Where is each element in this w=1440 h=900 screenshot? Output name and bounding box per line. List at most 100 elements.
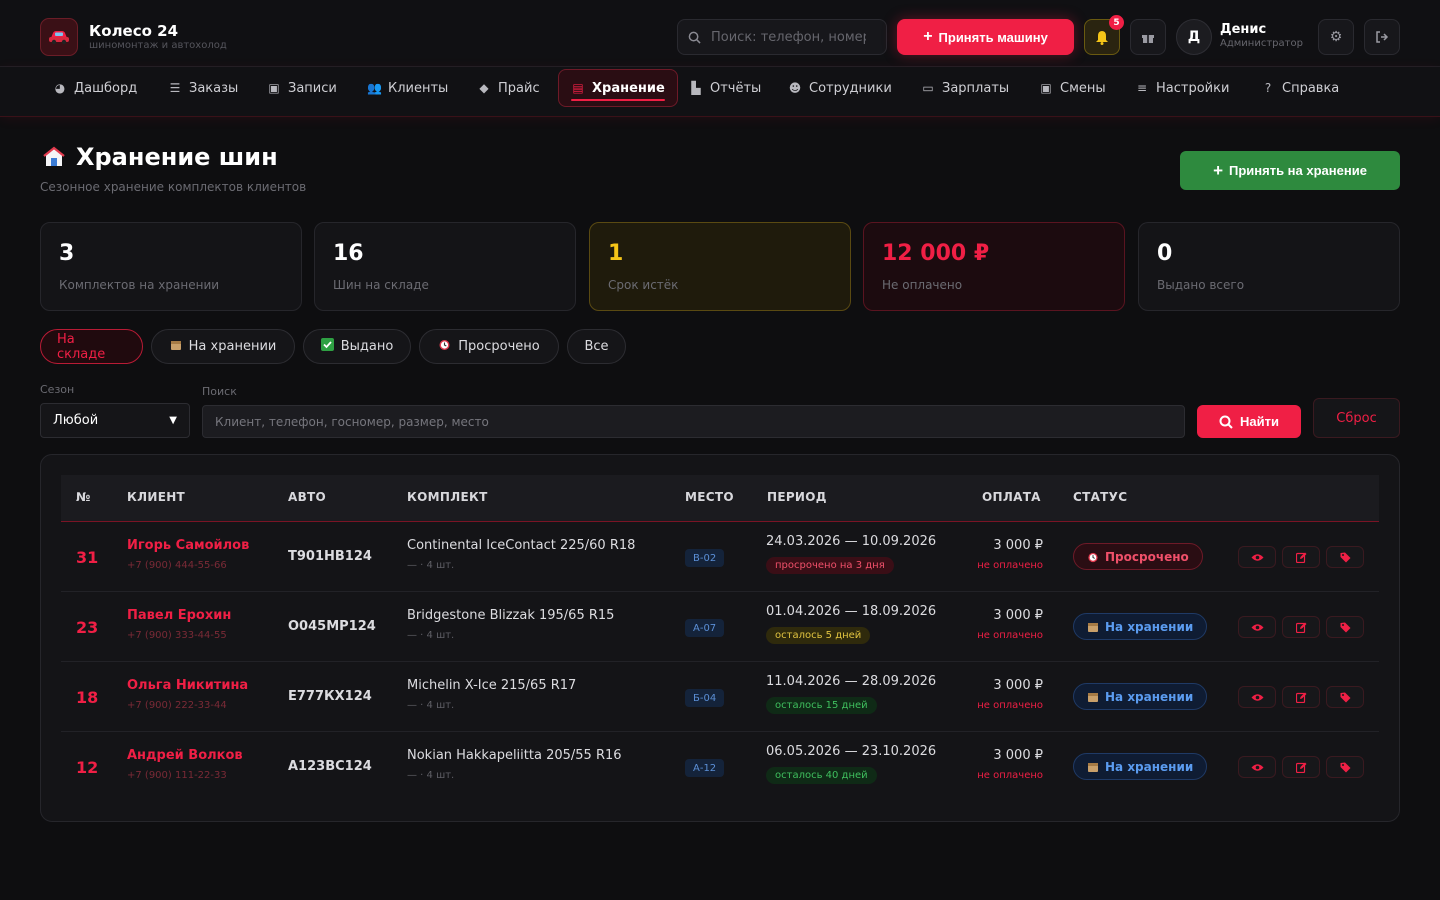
chip-label: На хранении — [188, 339, 277, 354]
nav-item-help[interactable]: ? Справка — [1249, 69, 1351, 107]
period-status-tag: осталось 5 дней — [766, 627, 871, 644]
users-icon: 👥 — [367, 81, 382, 95]
accept-car-button[interactable]: + Принять машину — [897, 19, 1074, 55]
accept-car-label: Принять машину — [938, 29, 1048, 45]
row-number: 18 — [76, 688, 99, 707]
period-status-tag: просрочено на 3 дня — [766, 557, 894, 574]
status-badge: Просрочено — [1073, 543, 1203, 570]
user-role: Администратор — [1220, 38, 1303, 49]
nav-item-clients[interactable]: 👥 Клиенты — [355, 69, 460, 107]
avatar[interactable]: Д — [1176, 19, 1212, 55]
payment-status: не оплачено — [977, 770, 1043, 781]
storage-table: № КЛИЕНТ АВТО КОМПЛЕКТ МЕСТО ПЕРИОД ОПЛА… — [40, 454, 1400, 822]
alarm-icon — [438, 338, 451, 355]
filter-all[interactable]: Все — [567, 329, 626, 364]
nav-item-staff[interactable]: ☻ Сотрудники — [776, 69, 904, 107]
table-row[interactable]: 31 Игорь Самойлов +7 (900) 444-55-66 Т901НВ… — [61, 522, 1379, 592]
nav-item-reports[interactable]: ▙ Отчёты — [677, 69, 773, 107]
car-logo-icon[interactable] — [40, 18, 78, 56]
col-kit: КОМПЛЕКТ — [407, 490, 488, 504]
view-button[interactable] — [1238, 546, 1276, 568]
kit-quantity: — · 4 шт. — [407, 630, 455, 641]
edit-icon — [1295, 762, 1306, 773]
reset-button[interactable]: Сброс — [1313, 398, 1400, 438]
view-button[interactable] — [1238, 616, 1276, 638]
nav-item-settings[interactable]: ≡ Настройки — [1123, 69, 1241, 107]
nav-item-dashboard[interactable]: ◕ Дашборд — [41, 69, 149, 107]
filter-overdue[interactable]: Просрочено — [419, 329, 559, 364]
find-button[interactable]: Найти — [1197, 405, 1301, 438]
filter-in-stock[interactable]: На складе — [40, 329, 143, 364]
client-name-link[interactable]: Андрей Волков — [127, 748, 243, 763]
status-label: На хранении — [1105, 759, 1194, 774]
stat-label: Не оплачено — [882, 278, 963, 292]
view-button[interactable] — [1238, 756, 1276, 778]
accept-storage-label: Принять на хранение — [1229, 163, 1367, 178]
chip-label: Просрочено — [458, 339, 540, 354]
storage-search-input[interactable] — [202, 405, 1185, 438]
period-range: 06.05.2026 — 23.10.2026 — [766, 744, 937, 759]
kit-name: Continental IceContact 225/60 R18 — [407, 538, 636, 553]
filter-issued[interactable]: Выдано — [303, 329, 411, 364]
nav-label: Справка — [1282, 80, 1340, 96]
eye-icon — [1251, 763, 1263, 771]
table-header: № КЛИЕНТ АВТО КОМПЛЕКТ МЕСТО ПЕРИОД ОПЛА… — [61, 475, 1379, 522]
label-button[interactable] — [1326, 616, 1364, 638]
client-name-link[interactable]: Игорь Самойлов — [127, 538, 249, 553]
edit-button[interactable] — [1282, 546, 1320, 568]
search-icon — [688, 31, 701, 44]
gift-button[interactable] — [1130, 19, 1166, 55]
eye-icon — [1251, 693, 1263, 701]
car-plate: О045МР124 — [288, 619, 376, 634]
nav-label: Отчёты — [710, 80, 762, 96]
client-name-link[interactable]: Павел Ерохин — [127, 608, 231, 623]
table-row[interactable]: 18 Ольга Никитина +7 (900) 222-33-44 Е777КХ… — [61, 662, 1379, 732]
car-plate: Т901НВ124 — [288, 549, 372, 564]
nav-item-shifts[interactable]: ▣ Смены — [1027, 69, 1118, 107]
nav-label: Зарплаты — [942, 80, 1010, 96]
tag-icon — [1340, 622, 1350, 632]
brand-name: Колесо 24 — [89, 22, 179, 40]
logout-button[interactable] — [1364, 19, 1400, 55]
label-button[interactable] — [1326, 546, 1364, 568]
filter-stored[interactable]: На хранении — [151, 329, 295, 364]
nav-label: Настройки — [1156, 80, 1230, 96]
table-row[interactable]: 12 Андрей Волков +7 (900) 111-22-33 А123ВС1… — [61, 732, 1379, 802]
nav-item-storage[interactable]: ▤ Хранение — [558, 69, 678, 107]
season-value: Любой — [53, 413, 99, 428]
nav-item-orders[interactable]: ☰ Заказы — [156, 69, 250, 107]
global-search[interactable] — [677, 19, 887, 55]
row-number: 31 — [76, 548, 99, 567]
nav-label: Прайс — [498, 80, 540, 96]
accept-storage-button[interactable]: + Принять на хранение — [1180, 151, 1400, 190]
view-button[interactable] — [1238, 686, 1276, 708]
table-row[interactable]: 23 Павел Ерохин +7 (900) 333-44-55 О045МР12… — [61, 592, 1379, 662]
payment-status: не оплачено — [977, 560, 1043, 571]
tag-icon: ◆ — [479, 81, 489, 95]
edit-button[interactable] — [1282, 756, 1320, 778]
stat-value: 0 — [1157, 241, 1173, 266]
chip-label: На складе — [57, 331, 106, 362]
edit-button[interactable] — [1282, 686, 1320, 708]
period-status-tag: осталось 40 дней — [766, 767, 877, 784]
season-select[interactable]: Любой ▼ — [40, 403, 190, 438]
top-bar: Колесо 24 шиномонтаж и автохолод + Приня… — [0, 0, 1440, 67]
chart-icon: ▙ — [691, 81, 701, 95]
nav-item-salary[interactable]: ▭ Зарплаты — [909, 69, 1021, 107]
stat-expired: 1 Срок истёк — [589, 222, 851, 311]
tag-icon — [1340, 762, 1350, 772]
brand-subtitle: шиномонтаж и автохолод — [89, 40, 227, 51]
nav-item-appointments[interactable]: ▣ Записи — [255, 69, 349, 107]
edit-button[interactable] — [1282, 616, 1320, 638]
nav-label: Смены — [1060, 80, 1106, 96]
label-button[interactable] — [1326, 756, 1364, 778]
settings-button[interactable]: ⚙ — [1318, 19, 1354, 55]
payment-amount: 3 000 ₽ — [993, 608, 1043, 623]
client-name-link[interactable]: Ольга Никитина — [127, 678, 248, 693]
notifications-button[interactable]: 5 — [1084, 15, 1124, 55]
warehouse-icon: ▤ — [572, 81, 584, 95]
status-label: На хранении — [1105, 689, 1194, 704]
nav-item-price[interactable]: ◆ Прайс — [465, 69, 552, 107]
label-button[interactable] — [1326, 686, 1364, 708]
global-search-input[interactable] — [711, 29, 866, 45]
